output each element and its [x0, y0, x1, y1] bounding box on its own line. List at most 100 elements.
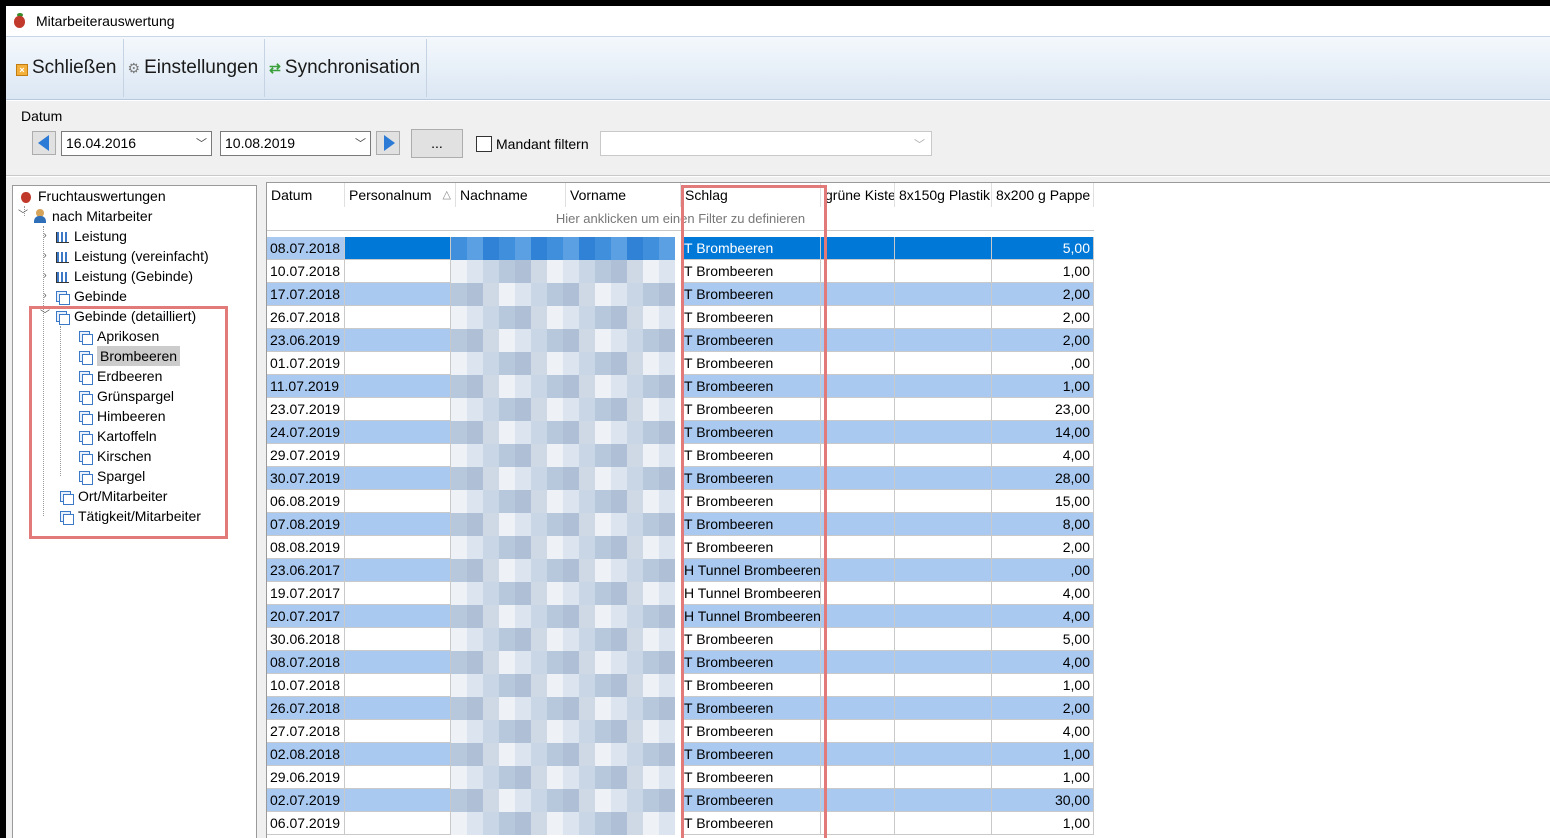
- cell-pappe[interactable]: 2,00: [992, 329, 1094, 352]
- cell-pn[interactable]: [345, 651, 451, 674]
- cell-date[interactable]: 08.07.2018: [267, 237, 345, 260]
- table-row[interactable]: 10.07.2018 T Brombeeren 1,00: [267, 260, 1094, 283]
- table-row[interactable]: 26.07.2018 T Brombeeren 2,00: [267, 306, 1094, 329]
- cell-schlag[interactable]: T Brombeeren: [681, 536, 821, 559]
- cell-kiste[interactable]: [821, 375, 895, 398]
- settings-button[interactable]: ⚙ Einstellungen: [124, 39, 266, 97]
- table-row[interactable]: 29.06.2019 T Brombeeren 1,00: [267, 766, 1094, 789]
- chevron-right-icon[interactable]: ›: [39, 266, 51, 286]
- table-row[interactable]: 30.06.2018 T Brombeeren 5,00: [267, 628, 1094, 651]
- cell-pn[interactable]: [345, 605, 451, 628]
- cell-pappe[interactable]: ,00: [992, 559, 1094, 582]
- table-row[interactable]: 19.07.2017 H Tunnel Brombeeren 4,00: [267, 582, 1094, 605]
- table-row[interactable]: 06.07.2019 T Brombeeren 1,00: [267, 812, 1094, 835]
- cell-pn[interactable]: [345, 306, 451, 329]
- sync-button[interactable]: ⇄ Synchronisation: [265, 39, 428, 97]
- cell-schlag[interactable]: T Brombeeren: [681, 766, 821, 789]
- cell-date[interactable]: 06.07.2019: [267, 812, 345, 835]
- cell-plastik[interactable]: [895, 766, 992, 789]
- cell-date[interactable]: 11.07.2019: [267, 375, 345, 398]
- cell-plastik[interactable]: [895, 651, 992, 674]
- cell-plastik[interactable]: [895, 720, 992, 743]
- chevron-right-icon[interactable]: ›: [39, 246, 51, 266]
- cell-schlag[interactable]: T Brombeeren: [681, 352, 821, 375]
- cell-plastik[interactable]: [895, 398, 992, 421]
- cell-pn[interactable]: [345, 766, 451, 789]
- table-row[interactable]: 24.07.2019 T Brombeeren 14,00: [267, 421, 1094, 444]
- cell-pn[interactable]: [345, 628, 451, 651]
- cell-plastik[interactable]: [895, 283, 992, 306]
- table-row[interactable]: 08.08.2019 T Brombeeren 2,00: [267, 536, 1094, 559]
- cell-kiste[interactable]: [821, 743, 895, 766]
- cell-plastik[interactable]: [895, 237, 992, 260]
- cell-plastik[interactable]: [895, 536, 992, 559]
- cell-date[interactable]: 30.07.2019: [267, 467, 345, 490]
- cell-date[interactable]: 30.06.2018: [267, 628, 345, 651]
- cell-date[interactable]: 26.07.2018: [267, 697, 345, 720]
- cell-pn[interactable]: [345, 674, 451, 697]
- cell-schlag[interactable]: T Brombeeren: [681, 329, 821, 352]
- cell-plastik[interactable]: [895, 559, 992, 582]
- cell-date[interactable]: 27.07.2018: [267, 720, 345, 743]
- cell-schlag[interactable]: T Brombeeren: [681, 490, 821, 513]
- cell-kiste[interactable]: [821, 398, 895, 421]
- tree-group-mitarbeiter[interactable]: ﹀ nach Mitarbeiter: [17, 206, 152, 226]
- cell-pn[interactable]: [345, 490, 451, 513]
- cell-plastik[interactable]: [895, 697, 992, 720]
- cell-pappe[interactable]: 4,00: [992, 651, 1094, 674]
- more-options-button[interactable]: ...: [411, 129, 463, 158]
- cell-pn[interactable]: [345, 329, 451, 352]
- date-to-picker[interactable]: 10.08.2019 ﹀: [220, 131, 371, 156]
- tree-item-1[interactable]: › Leistung: [39, 226, 127, 246]
- cell-plastik[interactable]: [895, 605, 992, 628]
- cell-plastik[interactable]: [895, 467, 992, 490]
- cell-pappe[interactable]: 4,00: [992, 582, 1094, 605]
- cell-date[interactable]: 17.07.2018: [267, 283, 345, 306]
- cell-schlag[interactable]: T Brombeeren: [681, 720, 821, 743]
- column-header-8x200g-pappe[interactable]: 8x200 g Pappe: [992, 183, 1094, 207]
- cell-schlag[interactable]: T Brombeeren: [681, 628, 821, 651]
- column-header-personalnum[interactable]: Personalnum △: [345, 183, 456, 207]
- cell-pn[interactable]: [345, 421, 451, 444]
- cell-schlag[interactable]: T Brombeeren: [681, 260, 821, 283]
- cell-plastik[interactable]: [895, 260, 992, 283]
- cell-kiste[interactable]: [821, 559, 895, 582]
- cell-pappe[interactable]: 30,00: [992, 789, 1094, 812]
- cell-schlag[interactable]: T Brombeeren: [681, 789, 821, 812]
- cell-pappe[interactable]: 1,00: [992, 375, 1094, 398]
- cell-pappe[interactable]: 14,00: [992, 421, 1094, 444]
- cell-date[interactable]: 26.07.2018: [267, 306, 345, 329]
- column-header-8x150g-plastik[interactable]: 8x150g Plastik: [895, 183, 992, 207]
- previous-period-button[interactable]: [32, 131, 56, 155]
- cell-pn[interactable]: [345, 720, 451, 743]
- cell-pn[interactable]: [345, 513, 451, 536]
- cell-date[interactable]: 06.08.2019: [267, 490, 345, 513]
- cell-pappe[interactable]: 2,00: [992, 536, 1094, 559]
- table-row[interactable]: 08.07.2018 T Brombeeren 4,00: [267, 651, 1094, 674]
- cell-pn[interactable]: [345, 789, 451, 812]
- close-button[interactable]: × Schließen: [12, 39, 124, 97]
- cell-date[interactable]: 20.07.2017: [267, 605, 345, 628]
- cell-plastik[interactable]: [895, 582, 992, 605]
- table-row[interactable]: 07.08.2019 T Brombeeren 8,00: [267, 513, 1094, 536]
- cell-date[interactable]: 23.06.2017: [267, 559, 345, 582]
- cell-date[interactable]: 07.08.2019: [267, 513, 345, 536]
- mandant-select[interactable]: ﹀: [600, 131, 932, 156]
- cell-plastik[interactable]: [895, 812, 992, 835]
- cell-kiste[interactable]: [821, 697, 895, 720]
- cell-pn[interactable]: [345, 352, 451, 375]
- cell-plastik[interactable]: [895, 329, 992, 352]
- date-from-picker[interactable]: 16.04.2016 ﹀: [61, 131, 212, 156]
- cell-date[interactable]: 29.07.2019: [267, 444, 345, 467]
- cell-pn[interactable]: [345, 812, 451, 835]
- cell-plastik[interactable]: [895, 789, 992, 812]
- cell-schlag[interactable]: T Brombeeren: [681, 375, 821, 398]
- cell-pappe[interactable]: 4,00: [992, 605, 1094, 628]
- cell-schlag[interactable]: H Tunnel Brombeeren: [681, 605, 821, 628]
- cell-schlag[interactable]: T Brombeeren: [681, 421, 821, 444]
- cell-pappe[interactable]: 4,00: [992, 720, 1094, 743]
- cell-pn[interactable]: [345, 444, 451, 467]
- table-row[interactable]: 02.08.2018 T Brombeeren 1,00: [267, 743, 1094, 766]
- cell-plastik[interactable]: [895, 375, 992, 398]
- cell-pappe[interactable]: 1,00: [992, 674, 1094, 697]
